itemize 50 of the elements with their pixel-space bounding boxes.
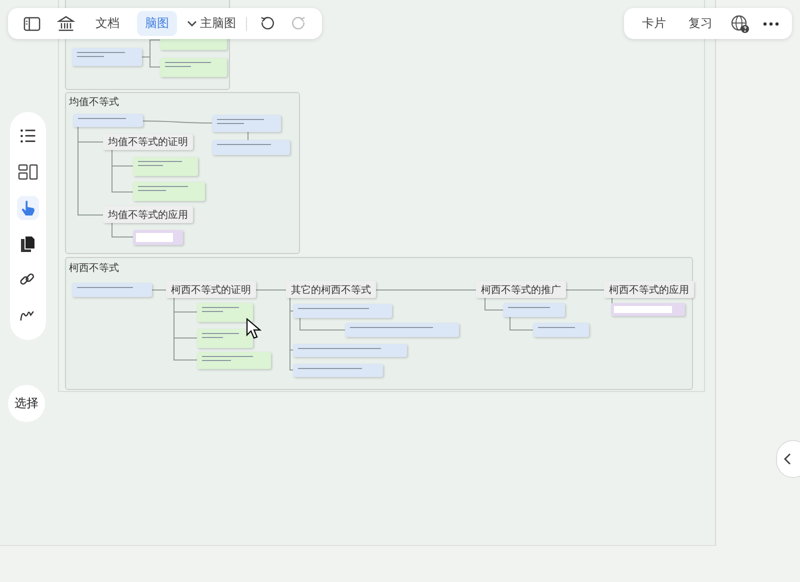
globe-icon	[730, 14, 750, 34]
topic-node[interactable]: 均值不等式的应用	[103, 206, 193, 223]
hand-pointer-icon	[20, 199, 36, 217]
map-dropdown[interactable]: 主脑图	[186, 15, 236, 32]
collapse-tab[interactable]	[776, 440, 800, 478]
note-node[interactable]	[345, 323, 459, 337]
sidebar-icon	[23, 16, 41, 32]
empty-node[interactable]	[611, 303, 685, 316]
note-node[interactable]	[293, 364, 383, 377]
layout-icon	[18, 163, 38, 181]
note-node[interactable]	[73, 114, 143, 127]
note-node[interactable]	[197, 352, 271, 369]
connector-line	[484, 298, 504, 310]
note-node[interactable]	[212, 140, 290, 155]
topic-node[interactable]: 柯西不等式的证明	[166, 281, 256, 298]
undo-icon	[259, 16, 276, 32]
copy-icon	[20, 235, 36, 253]
note-node[interactable]	[72, 48, 142, 66]
connector-line	[142, 120, 212, 124]
connector-line	[510, 316, 534, 330]
view-tab[interactable]: 文档	[87, 11, 128, 36]
chevron-left-icon	[783, 453, 791, 465]
frame-title: 均值不等式	[69, 96, 119, 109]
note-node[interactable]	[72, 283, 152, 297]
frame-title: 柯西不等式	[69, 262, 119, 275]
topic-node[interactable]: 其它的柯西不等式	[286, 281, 376, 298]
note-node[interactable]	[160, 58, 227, 77]
empty-node[interactable]	[133, 230, 183, 245]
list-icon	[19, 127, 37, 145]
topic-node[interactable]: 柯西不等式的应用	[604, 281, 694, 298]
more-icon	[762, 22, 779, 26]
redo-icon	[290, 16, 307, 32]
note-node[interactable]	[197, 303, 253, 322]
topic-node[interactable]: 均值不等式的证明	[103, 134, 193, 150]
connector-line	[300, 318, 346, 330]
connector-line	[112, 222, 134, 238]
note-node[interactable]	[197, 329, 253, 348]
note-node[interactable]	[212, 115, 281, 132]
note-node[interactable]	[503, 303, 565, 317]
note-node[interactable]	[133, 157, 198, 176]
toolbar-button[interactable]: 复习	[680, 11, 721, 36]
toolbar-button[interactable]: 卡片	[634, 11, 674, 36]
note-node[interactable]	[293, 344, 407, 357]
note-node[interactable]	[133, 182, 205, 201]
note-node[interactable]	[293, 304, 392, 318]
topic-node[interactable]: 柯西不等式的推广	[476, 281, 566, 298]
cursor-icon	[246, 318, 262, 340]
chevron-down-icon	[186, 20, 197, 28]
note-node[interactable]	[533, 323, 589, 337]
bank-icon	[56, 14, 75, 32]
